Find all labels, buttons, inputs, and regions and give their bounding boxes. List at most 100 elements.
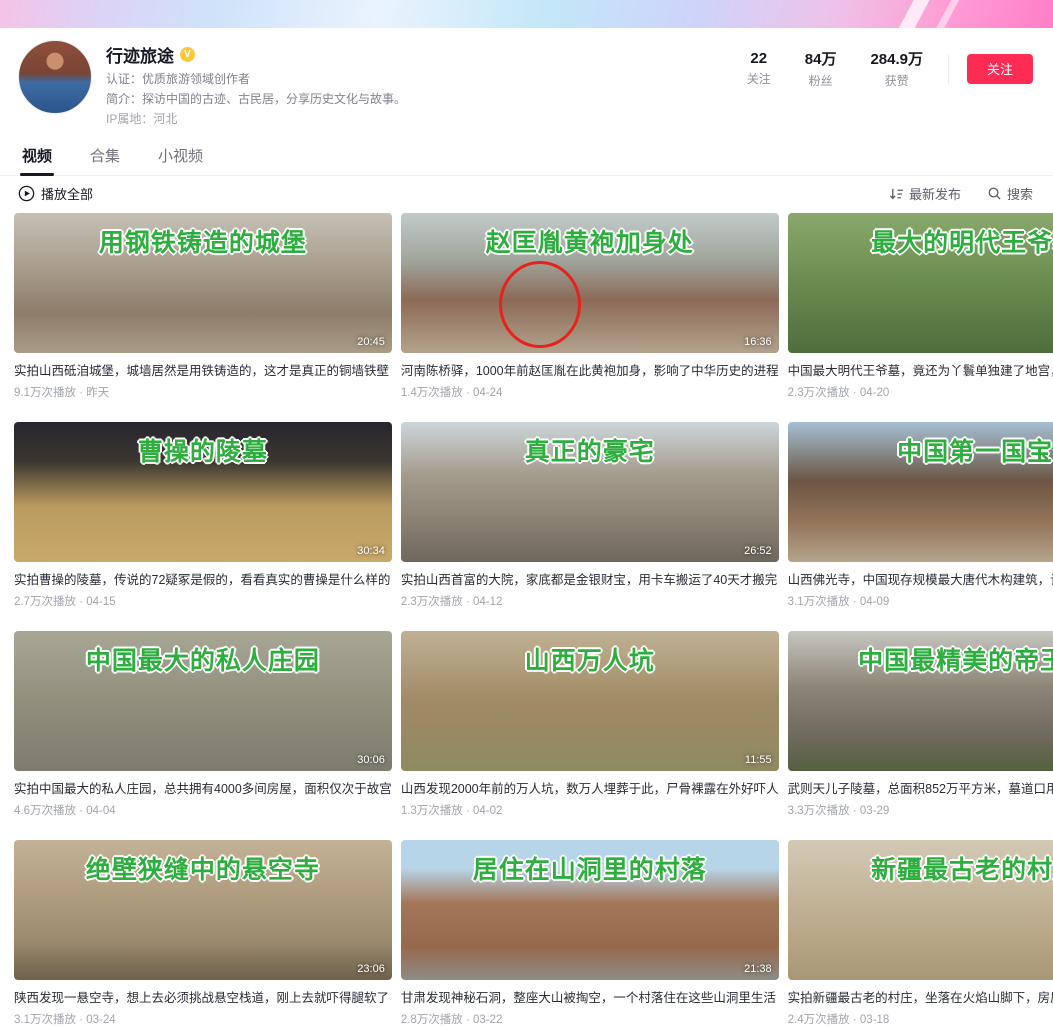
video-thumbnail[interactable]: 曹操的陵墓 30:34 — [14, 422, 392, 562]
play-circle-icon — [18, 185, 35, 202]
video-thumbnail[interactable]: 绝壁狭缝中的悬空寺 23:06 — [14, 840, 392, 980]
video-caption[interactable]: 实拍中国最大的私人庄园，总共拥有4000多间房屋，面积仅次于故宫 — [14, 778, 392, 797]
stat-following-value: 22 — [747, 50, 771, 67]
video-card[interactable]: 山西万人坑 11:55 山西发现2000年前的万人坑，数万人埋葬于此，尸骨裸露在… — [401, 631, 779, 818]
ip-line: IP属地：河北 — [106, 112, 730, 127]
video-caption[interactable]: 陕西发现一悬空寺，想上去必须挑战悬空栈道，刚上去就吓得腿软了 — [14, 987, 392, 1006]
profile-info: 行迹旅途 V 认证：优质旅游领域创作者 简介：探访中国的古迹、古民居，分享历史文… — [106, 40, 730, 127]
verify-text: 优质旅游领域创作者 — [142, 72, 250, 86]
video-card[interactable]: 中国最精美的帝王陵 25:46 武则天儿子陵墓，总面积852万平方米，墓道口用3… — [788, 631, 1053, 818]
video-title-overlay: 曹操的陵墓 — [14, 432, 392, 468]
video-caption[interactable]: 甘肃发现神秘石洞，整座大山被掏空，一个村落住在这些山洞里生活 — [401, 987, 779, 1006]
video-meta: 3.3万次播放 · 03-29 — [788, 802, 1053, 818]
video-title-overlay: 山西万人坑 — [401, 641, 779, 677]
stat-likes-value: 284.9万 — [870, 48, 923, 69]
video-meta: 2.4万次播放 · 03-18 — [788, 1011, 1053, 1027]
video-card[interactable]: 新疆最古老的村庄 11:29 实拍新疆最古老的村庄，坐落在火焰山脚下，房屋全是用… — [788, 840, 1053, 1027]
search-button[interactable]: 搜索 — [987, 184, 1033, 203]
tab-bar: 视频 合集 小视频 — [0, 137, 1053, 176]
video-thumbnail[interactable]: 最大的明代王爷墓 25:25 — [788, 213, 1053, 353]
video-card[interactable]: 曹操的陵墓 30:34 实拍曹操的陵墓，传说的72疑冢是假的，看看真实的曹操是什… — [14, 422, 392, 609]
tab-collections[interactable]: 合集 — [88, 137, 122, 175]
video-duration: 23:06 — [357, 963, 385, 975]
profile-banner — [0, 0, 1053, 28]
video-card[interactable]: 中国最大的私人庄园 30:06 实拍中国最大的私人庄园，总共拥有4000多间房屋… — [14, 631, 392, 818]
search-icon — [987, 186, 1002, 201]
banner-streak — [927, 0, 961, 28]
video-meta: 3.1万次播放 · 04-09 — [788, 593, 1053, 609]
stat-followers-label: 粉丝 — [805, 72, 837, 89]
video-title-overlay: 居住在山洞里的村落 — [401, 850, 779, 886]
video-meta: 2.3万次播放 · 04-20 — [788, 384, 1053, 400]
video-card[interactable]: 赵匡胤黄袍加身处 16:36 河南陈桥驿，1000年前赵匡胤在此黄袍加身，影响了… — [401, 213, 779, 400]
verify-line: 认证：优质旅游领域创作者 — [106, 72, 730, 87]
search-label: 搜索 — [1007, 184, 1033, 203]
intro-line: 简介：探访中国的古迹、古民居，分享历史文化与故事。 — [106, 92, 730, 107]
video-meta: 1.3万次播放 · 04-02 — [401, 802, 779, 818]
toolbar: 播放全部 最新发布 搜索 — [0, 176, 1053, 211]
video-meta: 9.1万次播放 · 昨天 — [14, 384, 392, 400]
profile-name: 行迹旅途 — [106, 42, 174, 67]
video-grid: 用钢铁铸造的城堡 20:45 实拍山西砥洎城堡，城墙居然是用铁铸造的，这才是真正… — [14, 213, 1037, 1027]
stat-following: 22 关注 — [747, 50, 771, 87]
video-duration: 21:38 — [744, 963, 772, 975]
stat-followers-value: 84万 — [805, 48, 837, 69]
verify-label: 认证： — [106, 72, 142, 86]
video-title-overlay: 新疆最古老的村庄 — [788, 850, 1053, 886]
intro-label: 简介： — [106, 92, 142, 106]
video-thumbnail[interactable]: 中国最精美的帝王陵 25:46 — [788, 631, 1053, 771]
sort-label: 最新发布 — [909, 184, 961, 203]
video-meta: 3.1万次播放 · 03-24 — [14, 1011, 392, 1027]
video-card[interactable]: 中国第一国宝 23:13 山西佛光寺，中国现存规模最大唐代木构建筑，让日本人闭嘴… — [788, 422, 1053, 609]
video-card[interactable]: 最大的明代王爷墓 25:25 中国最大明代王爷墓，竟还为丫鬟单独建了地宫，内部场… — [788, 213, 1053, 400]
video-title-overlay: 赵匡胤黄袍加身处 — [401, 223, 779, 259]
follow-button[interactable]: 关注 — [967, 54, 1033, 84]
red-circle-annotation — [499, 261, 581, 348]
ip-text: 河北 — [153, 112, 177, 126]
tab-short-videos[interactable]: 小视频 — [156, 137, 205, 175]
tab-videos[interactable]: 视频 — [20, 137, 54, 175]
sort-button[interactable]: 最新发布 — [889, 184, 961, 203]
video-card[interactable]: 真正的豪宅 26:52 实拍山西首富的大院，家底都是金银财宝，用卡车搬运了40天… — [401, 422, 779, 609]
video-thumbnail[interactable]: 中国第一国宝 23:13 — [788, 422, 1053, 562]
video-caption[interactable]: 中国最大明代王爷墓，竟还为丫鬟单独建了地宫，内部场景让人惊叹 — [788, 360, 1053, 379]
play-all-button[interactable]: 播放全部 — [18, 184, 93, 203]
video-caption[interactable]: 河南陈桥驿，1000年前赵匡胤在此黄袍加身，影响了中华历史的进程 — [401, 360, 779, 379]
video-meta: 1.4万次播放 · 04-24 — [401, 384, 779, 400]
video-card[interactable]: 绝壁狭缝中的悬空寺 23:06 陕西发现一悬空寺，想上去必须挑战悬空栈道，刚上去… — [14, 840, 392, 1027]
video-caption[interactable]: 山西佛光寺，中国现存规模最大唐代木构建筑，让日本人闭嘴的建筑 — [788, 569, 1053, 588]
profile-header: 行迹旅途 V 认证：优质旅游领域创作者 简介：探访中国的古迹、古民居，分享历史文… — [0, 28, 1053, 127]
video-caption[interactable]: 实拍山西首富的大院，家底都是金银财宝，用卡车搬运了40天才搬完 — [401, 569, 779, 588]
stats-divider — [948, 54, 949, 84]
video-thumbnail[interactable]: 中国最大的私人庄园 30:06 — [14, 631, 392, 771]
play-all-label: 播放全部 — [41, 184, 93, 203]
video-caption[interactable]: 武则天儿子陵墓，总面积852万平方米，墓道口用3900多块巨石封堵 — [788, 778, 1053, 797]
banner-streak — [891, 0, 932, 28]
video-title-overlay: 最大的明代王爷墓 — [788, 223, 1053, 259]
video-card[interactable]: 居住在山洞里的村落 21:38 甘肃发现神秘石洞，整座大山被掏空，一个村落住在这… — [401, 840, 779, 1027]
profile-stats: 22 关注 84万 粉丝 284.9万 获赞 关注 — [730, 48, 1033, 89]
video-meta: 2.3万次播放 · 04-12 — [401, 593, 779, 609]
video-thumbnail[interactable]: 真正的豪宅 26:52 — [401, 422, 779, 562]
video-caption[interactable]: 实拍新疆最古老的村庄，坐落在火焰山脚下，房屋全是用黄土建造的 — [788, 987, 1053, 1006]
avatar[interactable] — [18, 40, 92, 114]
video-thumbnail[interactable]: 用钢铁铸造的城堡 20:45 — [14, 213, 392, 353]
video-card[interactable]: 用钢铁铸造的城堡 20:45 实拍山西砥洎城堡，城墙居然是用铁铸造的，这才是真正… — [14, 213, 392, 400]
video-caption[interactable]: 山西发现2000年前的万人坑，数万人埋葬于此，尸骨裸露在外好吓人 — [401, 778, 779, 797]
video-thumbnail[interactable]: 居住在山洞里的村落 21:38 — [401, 840, 779, 980]
video-meta: 2.8万次播放 · 03-22 — [401, 1011, 779, 1027]
stat-likes: 284.9万 获赞 — [870, 48, 923, 89]
video-thumbnail[interactable]: 山西万人坑 11:55 — [401, 631, 779, 771]
video-thumbnail[interactable]: 新疆最古老的村庄 11:29 — [788, 840, 1053, 980]
video-caption[interactable]: 实拍山西砥洎城堡，城墙居然是用铁铸造的，这才是真正的铜墙铁壁 — [14, 360, 392, 379]
video-title-overlay: 绝壁狭缝中的悬空寺 — [14, 850, 392, 886]
stat-likes-label: 获赞 — [870, 72, 923, 89]
ip-label: IP属地： — [106, 112, 153, 126]
video-meta: 2.7万次播放 · 04-15 — [14, 593, 392, 609]
stat-followers: 84万 粉丝 — [805, 48, 837, 89]
sort-icon — [889, 187, 904, 201]
video-title-overlay: 真正的豪宅 — [401, 432, 779, 468]
video-caption[interactable]: 实拍曹操的陵墓，传说的72疑冢是假的，看看真实的曹操是什么样的 — [14, 569, 392, 588]
video-thumbnail[interactable]: 赵匡胤黄袍加身处 16:36 — [401, 213, 779, 353]
video-duration: 20:45 — [357, 336, 385, 348]
